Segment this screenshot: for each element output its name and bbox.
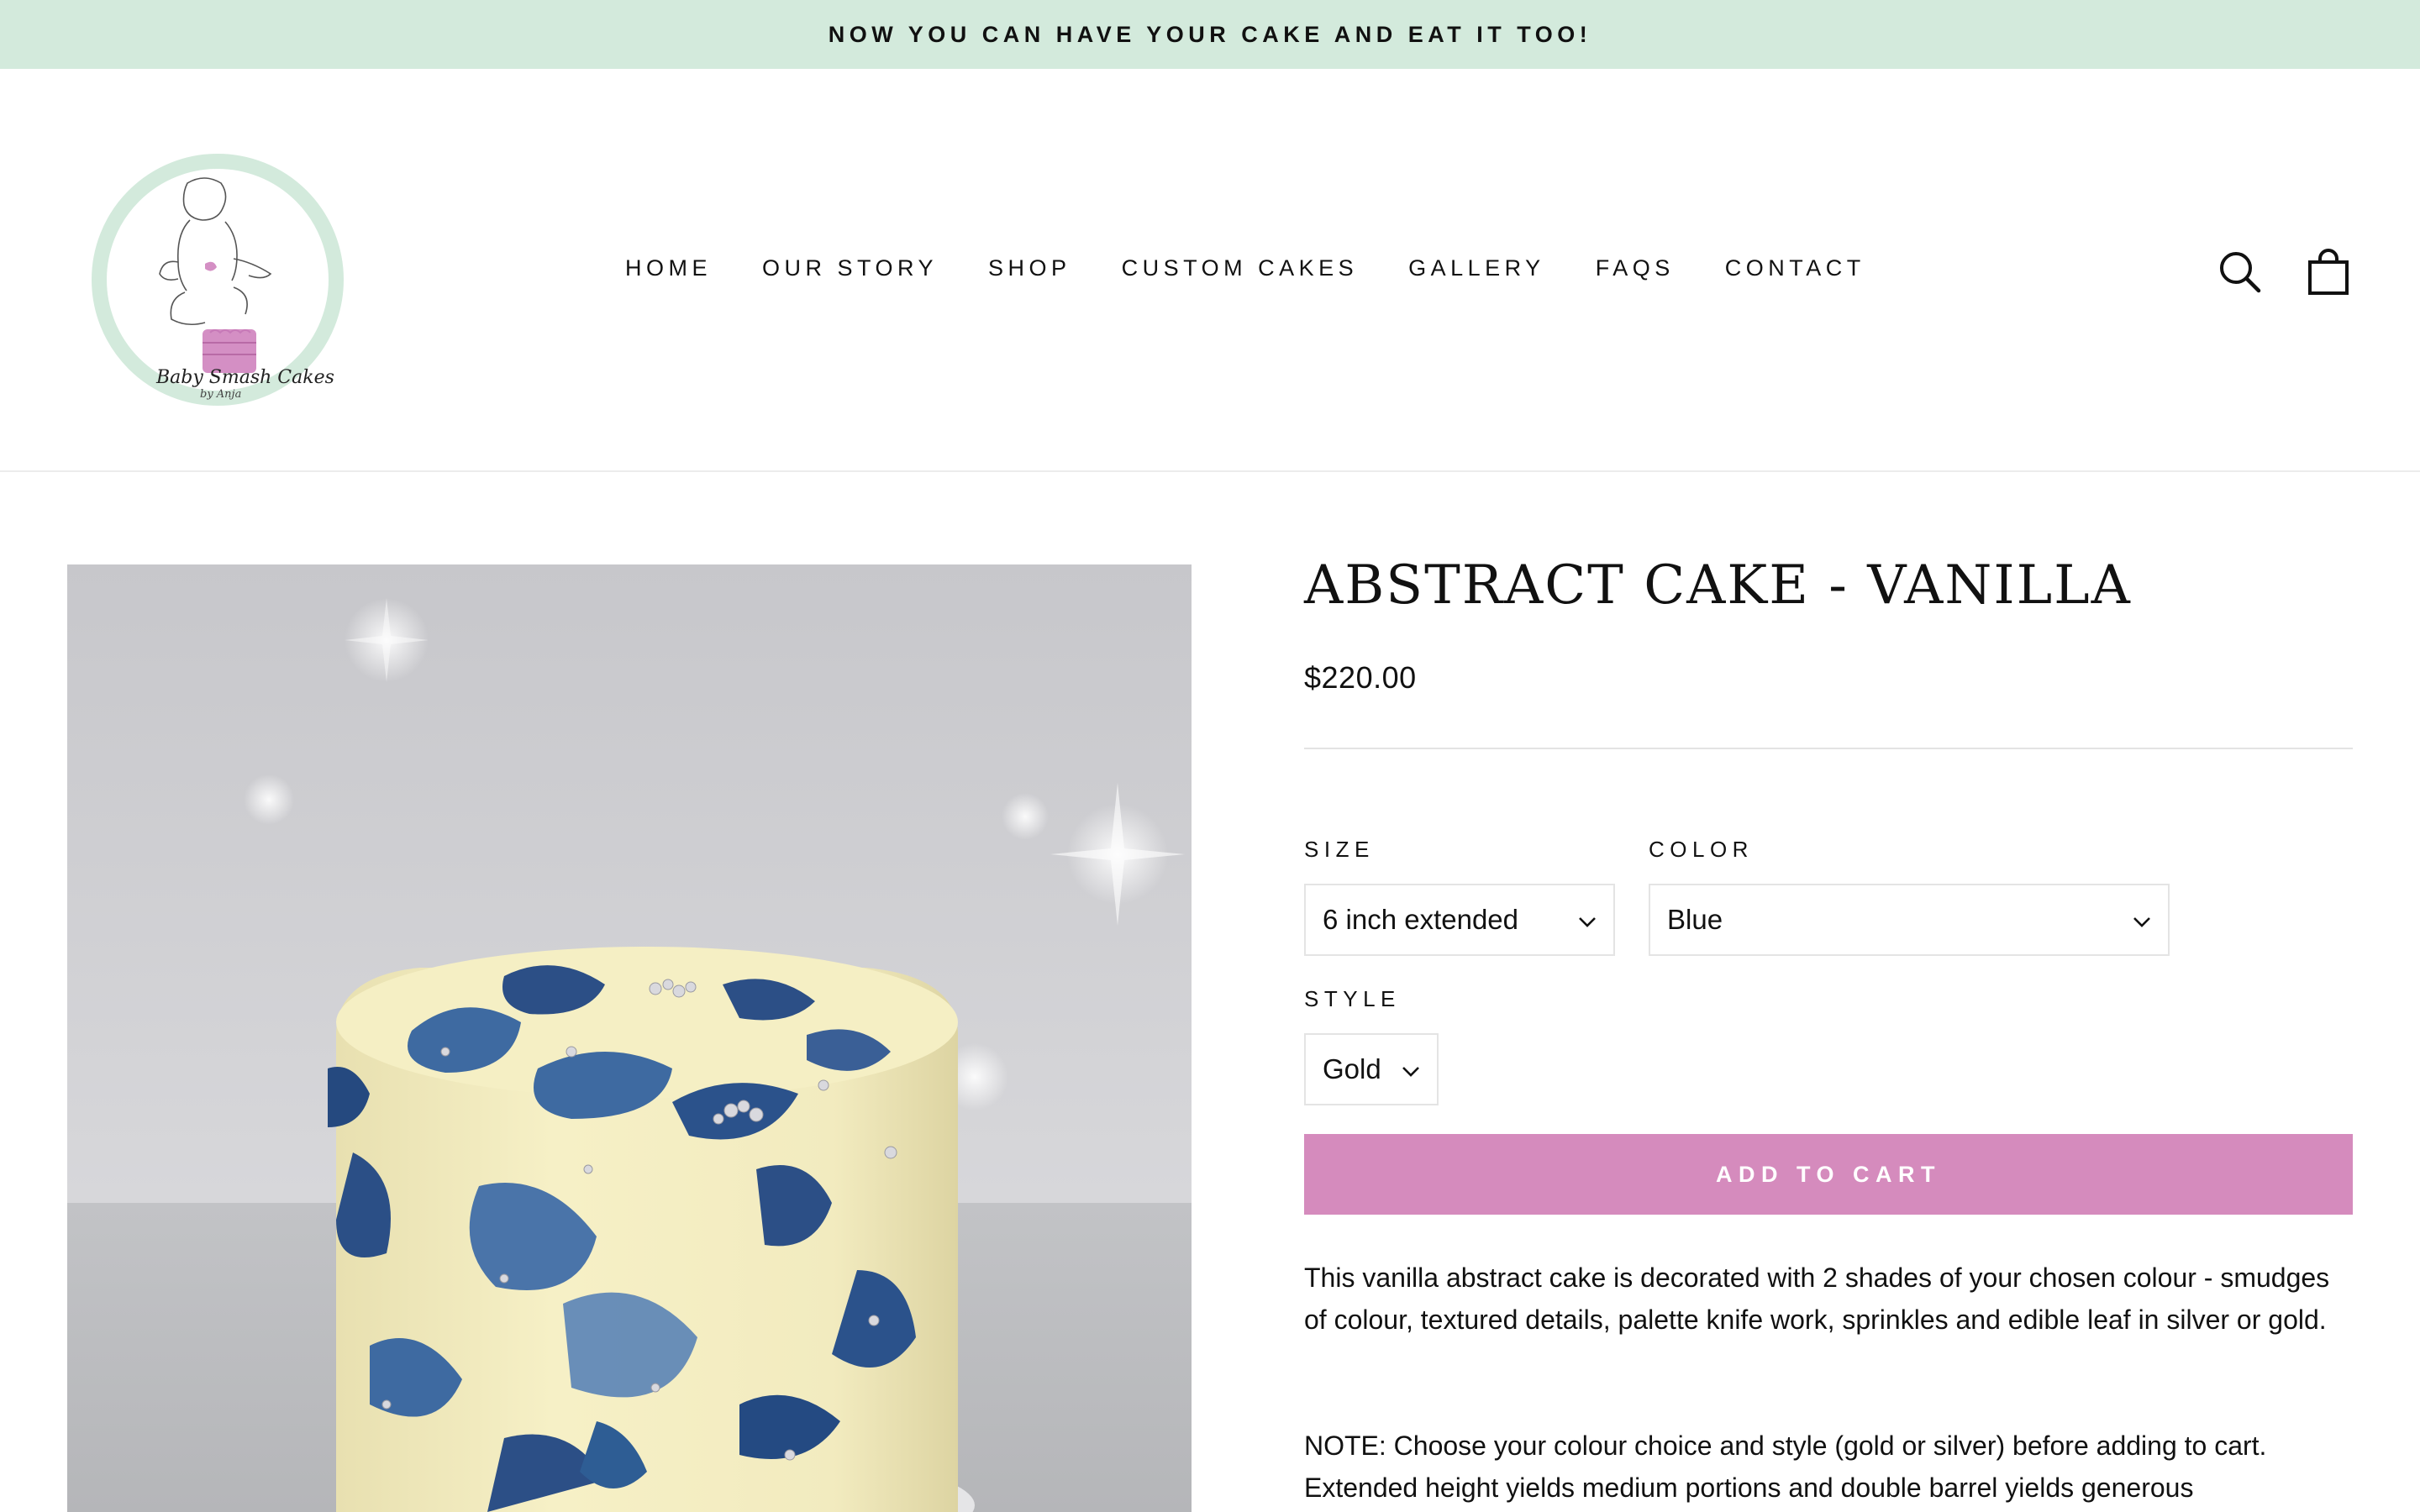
chevron-down-icon <box>2133 917 2150 927</box>
color-select-value: Blue <box>1667 904 1723 935</box>
color-select[interactable]: Blue <box>1649 884 2170 956</box>
nav-custom-cakes[interactable]: CUSTOM CAKES <box>1122 255 1359 281</box>
size-label: SIZE <box>1304 837 1375 862</box>
color-label: COLOR <box>1649 837 1754 862</box>
product-note: NOTE: Choose your colour choice and styl… <box>1304 1431 2267 1503</box>
shopping-bag-icon <box>2308 249 2349 295</box>
announcement-bar: NOW YOU CAN HAVE YOUR CAKE AND EAT IT TO… <box>0 0 2420 69</box>
divider <box>1304 748 2353 749</box>
logo-text: Baby Smash Cakes <box>156 367 334 388</box>
product-image[interactable] <box>67 564 1192 1512</box>
product-title: ABSTRACT CAKE - VANILLA <box>1304 554 2132 617</box>
main-nav: HOME OUR STORY SHOP CUSTOM CAKES GALLERY… <box>625 255 1865 281</box>
product-description: This vanilla abstract cake is decorated … <box>1304 1263 2330 1335</box>
search-icon <box>2220 252 2261 293</box>
style-select[interactable]: Gold <box>1304 1033 1439 1105</box>
add-to-cart-button[interactable]: ADD TO CART <box>1304 1134 2353 1215</box>
style-select-value: Gold <box>1323 1053 1381 1084</box>
chevron-down-icon <box>1402 1067 1419 1077</box>
nav-contact[interactable]: CONTACT <box>1725 255 1865 281</box>
logo[interactable]: Baby Smash Cakes by Anja <box>91 153 345 407</box>
cart-button[interactable] <box>2307 249 2349 296</box>
nav-shop[interactable]: SHOP <box>988 255 1071 281</box>
cake-photo <box>67 564 1192 1512</box>
size-select-value: 6 inch extended <box>1323 904 1519 935</box>
nav-faqs[interactable]: FAQS <box>1596 255 1675 281</box>
logo-subtext: by Anja <box>200 388 242 401</box>
product-price: $220.00 <box>1304 660 1417 695</box>
style-label: STYLE <box>1304 986 1401 1011</box>
nav-our-story[interactable]: OUR STORY <box>762 255 938 281</box>
search-button[interactable] <box>2218 250 2262 294</box>
announcement-text: NOW YOU CAN HAVE YOUR CAKE AND EAT IT TO… <box>828 21 1592 47</box>
nav-gallery[interactable]: GALLERY <box>1408 255 1545 281</box>
site-header: Baby Smash Cakes by Anja HOME OUR STORY … <box>0 69 2420 472</box>
nav-home[interactable]: HOME <box>625 255 712 281</box>
chevron-down-icon <box>1579 917 1596 927</box>
size-select[interactable]: 6 inch extended <box>1304 884 1615 956</box>
